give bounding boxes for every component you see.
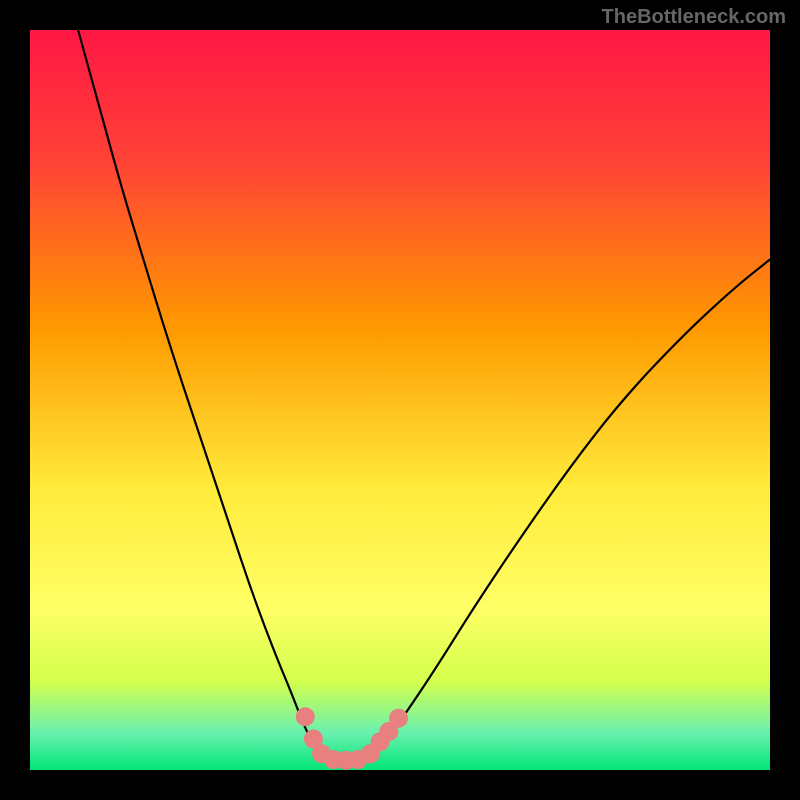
watermark-text: TheBottleneck.com: [602, 6, 786, 29]
chart-svg: [0, 0, 800, 800]
data-marker: [389, 709, 408, 728]
plot-background: [30, 30, 770, 770]
data-marker: [296, 707, 315, 726]
